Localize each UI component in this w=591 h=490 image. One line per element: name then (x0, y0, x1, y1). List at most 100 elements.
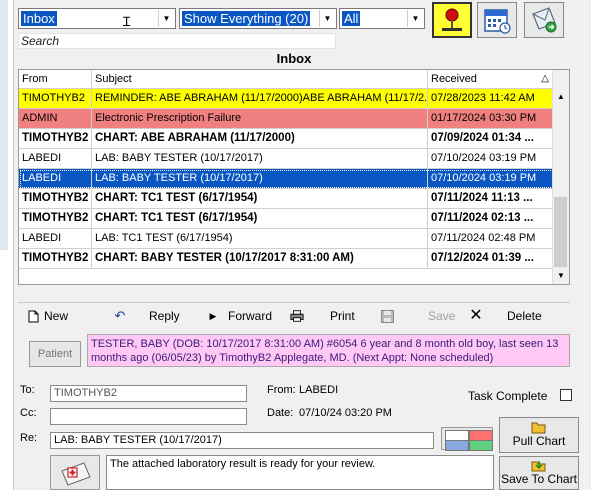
text-cursor-icon: Ɪ (123, 14, 131, 29)
printer-icon (290, 309, 304, 323)
chevron-down-icon[interactable]: ▼ (319, 10, 335, 27)
cell-from: TIMOTHYB2 (19, 209, 92, 228)
cell-received: 07/09/2024 01:34 ... (428, 129, 554, 148)
scroll-up-arrow-icon[interactable]: ▲ (553, 88, 569, 105)
re-label: Re: (20, 432, 38, 444)
from-value: LABEDI (299, 384, 339, 396)
table-row[interactable]: TIMOTHYB2 REMINDER: ABE ABRAHAM (11/17/20… (19, 89, 554, 109)
vertical-scrollbar[interactable]: ▲ ▼ (552, 70, 569, 284)
cell-subject: CHART: TC1 TEST (6/17/1954) (92, 189, 428, 208)
cell-received: 01/17/2024 03:30 PM (428, 109, 554, 128)
pull-chart-button[interactable]: Pull Chart (499, 417, 579, 453)
cell-from: TIMOTHYB2 (19, 89, 92, 108)
cell-received: 07/10/2024 03:19 PM (428, 149, 554, 168)
from-label: From: (267, 384, 296, 396)
cell-received: 07/12/2024 01:39 ... (428, 249, 554, 268)
forward-button[interactable]: ▶ Forward (206, 306, 272, 326)
calendar-button[interactable] (477, 2, 517, 38)
cell-received: 07/28/2023 11:42 AM (428, 89, 554, 108)
save-folder-icon (531, 461, 546, 472)
filter-select-value: Show Everything (20) (182, 11, 311, 26)
cell-from: TIMOTHYB2 (19, 249, 92, 268)
save-button-label: Save (428, 309, 456, 323)
mail-button[interactable] (524, 2, 564, 38)
folder-select-value: Inbox (21, 11, 57, 26)
save-disk-button[interactable] (380, 306, 394, 326)
scroll-down-arrow-icon[interactable]: ▼ (553, 267, 569, 284)
table-row[interactable]: LABEDI LAB: BABY TESTER (10/17/2017) 07/10… (19, 149, 554, 169)
chevron-down-icon[interactable]: ▼ (407, 10, 423, 27)
color-swatch-blue[interactable] (445, 440, 469, 451)
to-label: To: (20, 384, 35, 396)
table-row[interactable]: TIMOTHYB2 CHART: TC1 TEST (6/17/1954) 07/1… (19, 189, 554, 209)
date-label: Date: (267, 407, 294, 419)
table-row[interactable]: TIMOTHYB2 CHART: BABY TESTER (10/17/2017 … (19, 249, 554, 269)
column-header-received-label: Received (431, 73, 477, 85)
reply-button[interactable]: ↶ Reply (113, 306, 180, 326)
patient-button[interactable]: Patient (29, 341, 81, 367)
cell-subject: LAB: BABY TESTER (10/17/2017) (92, 149, 428, 168)
envelope-icon (532, 7, 557, 33)
attachment-button[interactable] (50, 455, 100, 490)
reply-button-label: Reply (149, 309, 180, 323)
task-complete-checkbox[interactable] (560, 389, 572, 401)
table-row[interactable]: TIMOTHYB2 CHART: ABE ABRAHAM (11/17/2000)… (19, 129, 554, 149)
table-row[interactable]: LABEDI LAB: TC1 TEST (6/17/1954) 07/11/202… (19, 229, 554, 249)
cell-subject: CHART: BABY TESTER (10/17/2017 8:31:00 A… (92, 249, 428, 268)
scope-select[interactable]: All ▼ (339, 8, 425, 29)
date-value: 07/10/24 03:20 PM (299, 407, 392, 419)
print-button-label: Print (330, 309, 355, 323)
scroll-thumb[interactable] (554, 197, 567, 267)
pull-chart-label: Pull Chart (512, 434, 566, 448)
search-input[interactable]: Search (18, 33, 336, 49)
chevron-down-icon[interactable]: ▼ (158, 10, 174, 27)
folder-select[interactable]: Inbox Ɪ ▼ (18, 8, 176, 29)
column-header-subject[interactable]: Subject (92, 70, 428, 88)
cell-received: 07/11/2024 02:13 ... (428, 209, 554, 228)
table-row[interactable]: LABEDI LAB: BABY TESTER (10/17/2017) 07/10… (19, 169, 554, 189)
pin-button[interactable] (432, 2, 472, 38)
cell-received: 07/10/2024 03:19 PM (428, 169, 554, 188)
delete-button-label: Delete (507, 309, 542, 323)
cell-subject: LAB: TC1 TEST (6/17/1954) (92, 229, 428, 248)
save-to-chart-button[interactable]: Save To Chart (499, 456, 579, 490)
message-body[interactable]: The attached laboratory result is ready … (106, 455, 494, 490)
new-button-label: New (44, 309, 69, 323)
message-list[interactable]: From Subject Received △ TIMOTHYB2 REMINDE… (18, 69, 570, 285)
message-list-header: From Subject Received △ (19, 70, 554, 89)
cell-from: ADMIN (19, 109, 92, 128)
scope-select-value: All (342, 11, 361, 26)
table-row[interactable]: ADMIN Electronic Prescription Failure 01/1… (19, 109, 554, 129)
forward-arrow-icon: ▶ (209, 311, 217, 321)
print-button[interactable]: Print (290, 306, 355, 326)
sort-ascending-icon: △ (541, 73, 549, 84)
cell-from: TIMOTHYB2 (19, 189, 92, 208)
new-button[interactable]: New (26, 306, 68, 326)
pushpin-icon (442, 8, 462, 31)
inbox-title: Inbox (276, 51, 312, 66)
table-row[interactable]: TIMOTHYB2 CHART: TC1 TEST (6/17/1954) 07/1… (19, 209, 554, 229)
color-swatch-green[interactable] (469, 440, 493, 451)
cc-field[interactable] (50, 408, 247, 425)
forward-button-label: Forward (228, 309, 273, 323)
to-field[interactable]: TIMOTHYB2 (50, 385, 247, 402)
cell-subject: Electronic Prescription Failure (92, 109, 428, 128)
cell-received: 07/11/2024 02:48 PM (428, 229, 554, 248)
left-panel-edge (0, 0, 14, 490)
save-button[interactable]: Save (428, 306, 455, 326)
delete-button[interactable]: ✕ Delete (469, 306, 542, 326)
column-header-received[interactable]: Received △ (428, 70, 554, 88)
subject-field[interactable]: LAB: BABY TESTER (10/17/2017) (50, 432, 434, 449)
cell-subject: LAB: BABY TESTER (10/17/2017) (92, 169, 428, 188)
patient-info-banner: TESTER, BABY (DOB: 10/17/2017 8:31:00 AM… (87, 334, 570, 367)
message-action-bar: New ↶ Reply ▶ Forward Print Save ✕ Delet… (18, 302, 570, 326)
calendar-icon (484, 9, 511, 34)
task-complete-label: Task Complete (468, 389, 548, 403)
filter-select[interactable]: Show Everything (20) ▼ (179, 8, 337, 29)
cell-from: LABEDI (19, 169, 92, 188)
column-header-from[interactable]: From (19, 70, 92, 88)
reply-arrow-icon: ↶ (114, 308, 126, 323)
color-tag-selector[interactable] (441, 427, 493, 451)
cell-from: LABEDI (19, 229, 92, 248)
floppy-disk-icon (380, 309, 394, 323)
